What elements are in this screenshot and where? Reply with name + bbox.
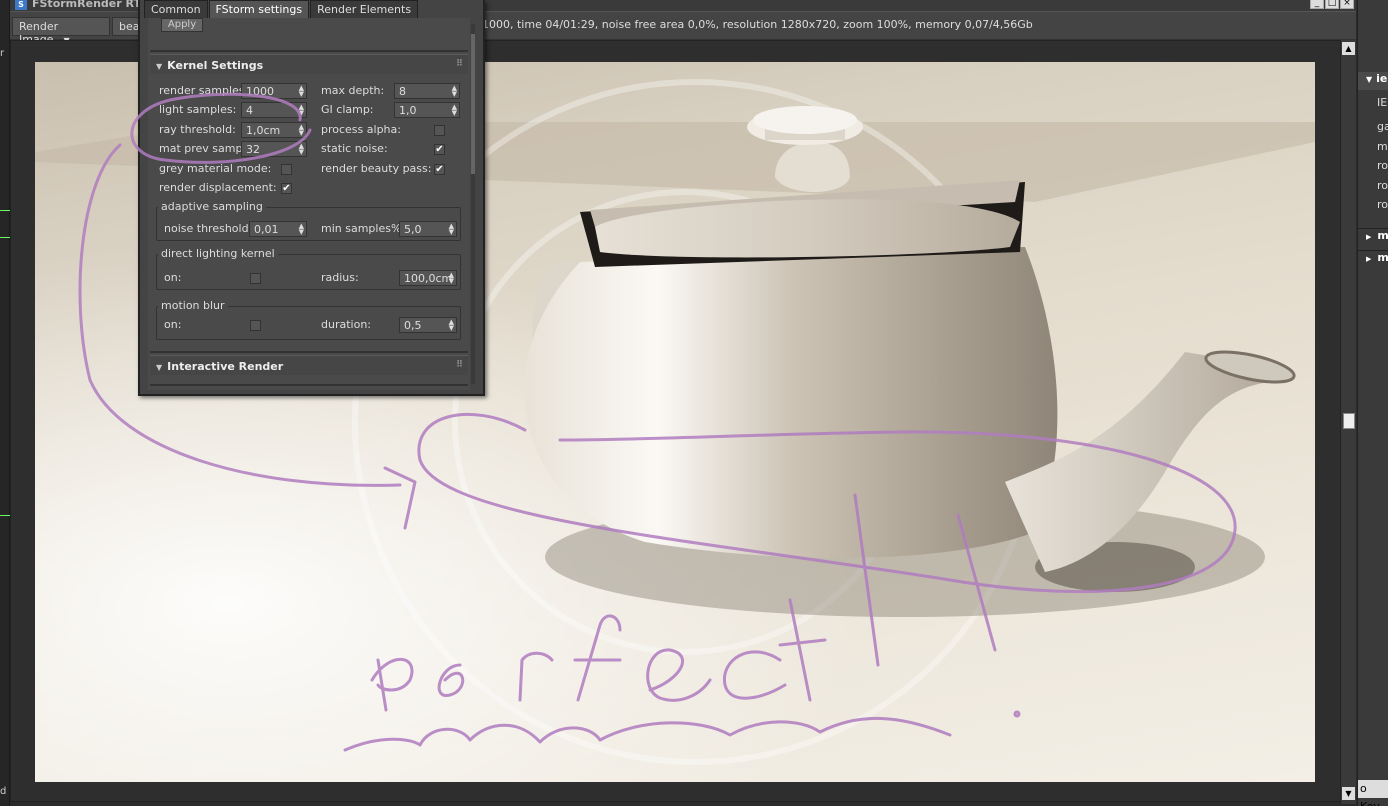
annotation-letter <box>646 648 712 702</box>
annotation-letter <box>778 598 827 702</box>
annotation-loop <box>417 412 1237 594</box>
annotation-exclaim <box>853 493 880 667</box>
annotation-letter <box>723 650 787 700</box>
handwritten-annotation <box>78 92 1237 752</box>
annotation-dot <box>1013 710 1021 718</box>
annotation-letter <box>573 614 622 702</box>
annotation-arrow-line <box>78 143 402 487</box>
annotation-letter <box>370 657 414 712</box>
fstorm-render-window: r d S FStormRender RT _ □ × Render Image… <box>0 0 1388 806</box>
annotation-circle <box>130 92 312 164</box>
annotation-letter <box>518 651 554 702</box>
annotation-underline <box>343 717 952 752</box>
annotation-letter <box>437 663 465 697</box>
annotation-arrowhead <box>383 466 417 530</box>
